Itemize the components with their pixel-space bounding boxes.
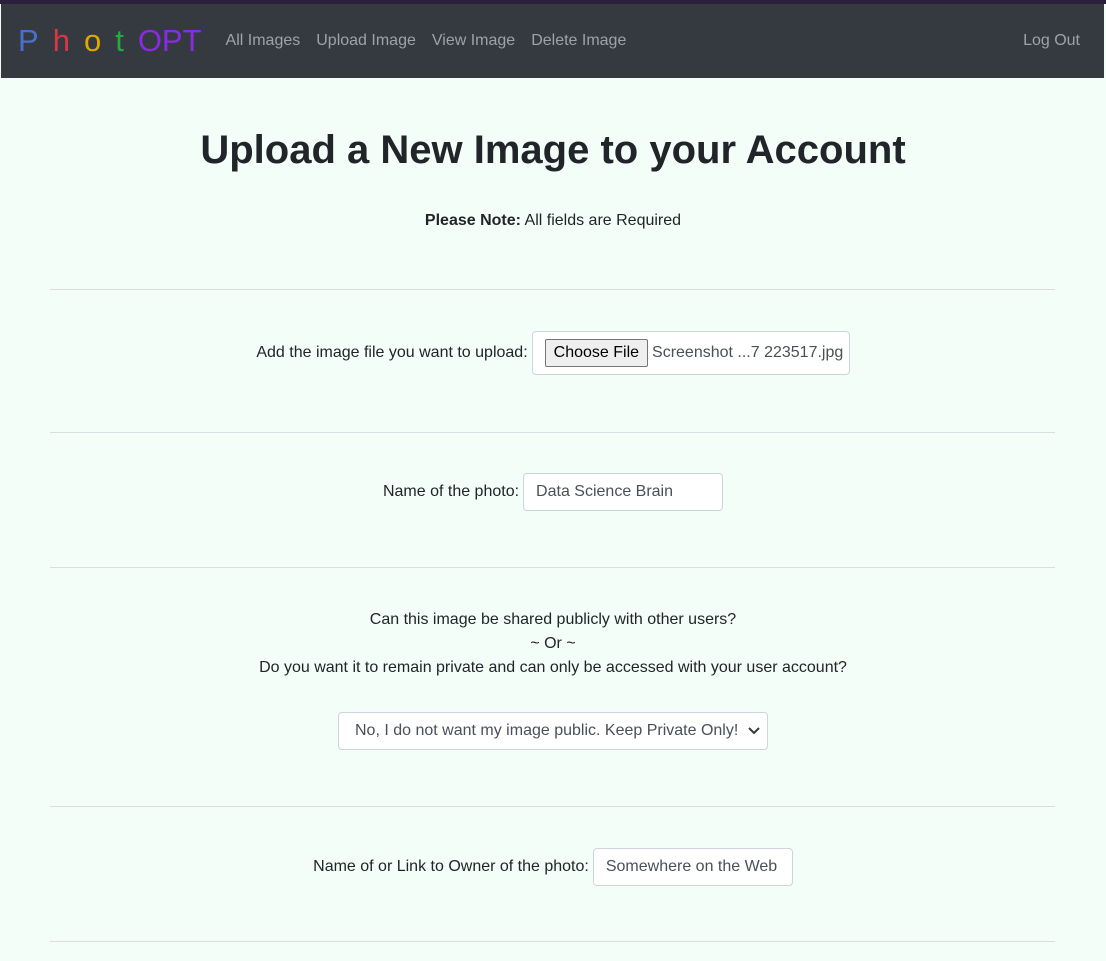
nav-link-delete-image[interactable]: Delete Image <box>531 32 626 50</box>
photo-name-label: Name of the photo: <box>382 483 520 500</box>
selected-file-name: Screenshot ...7 223517.jpg <box>652 344 844 361</box>
brand-letter-p: P <box>18 23 39 58</box>
file-upload-row: Add the image file you want to upload: C… <box>0 330 1106 376</box>
divider <box>50 941 1055 942</box>
brand-letter-o: o <box>83 23 102 58</box>
required-note: Please Note: All fields are Required <box>0 212 1106 230</box>
divider <box>50 806 1055 807</box>
choose-file-button[interactable]: Choose File <box>544 339 649 367</box>
divider <box>50 567 1055 568</box>
divider <box>50 289 1055 290</box>
note-bold-label: Please Note: <box>424 212 521 229</box>
photo-name-input[interactable]: Data Science Brain <box>523 473 724 511</box>
photo-name-row: Name of the photo: Data Science Brain <box>0 473 1106 511</box>
brand-logo[interactable]: P h o t OPT <box>18 23 202 59</box>
privacy-select-value: No, I do not want my image public. Keep … <box>355 722 739 739</box>
share-question-2: Do you want it to remain private and can… <box>259 659 847 676</box>
brand-letters-opt: OPT <box>137 23 202 58</box>
nav-link-view-image[interactable]: View Image <box>432 32 515 50</box>
owner-row: Name of or Link to Owner of the photo: S… <box>0 847 1106 886</box>
divider <box>50 432 1055 433</box>
brand-letter-h: h <box>52 23 70 58</box>
file-upload-label: Add the image file you want to upload: <box>256 344 528 361</box>
page-title: Upload a New Image to your Account <box>200 128 906 172</box>
nav-link-upload-image[interactable]: Upload Image <box>316 32 416 50</box>
note-text: All fields are Required <box>520 212 682 229</box>
file-input[interactable]: Choose File Screenshot ...7 223517.jpg <box>531 331 850 375</box>
nav-link-all-images[interactable]: All Images <box>226 32 301 50</box>
share-question-1: Can this image be shared publicly with o… <box>369 611 737 628</box>
brand-letter-t: t <box>115 23 124 58</box>
owner-input[interactable]: Somewhere on the Web <box>592 847 793 886</box>
nav-links: All Images Upload Image View Image Delet… <box>226 32 643 50</box>
owner-label: Name of or Link to Owner of the photo: <box>313 857 589 875</box>
privacy-select[interactable]: No, I do not want my image public. Keep … <box>338 712 768 750</box>
share-question-or: ~ Or ~ <box>530 635 576 652</box>
logout-link[interactable]: Log Out <box>1023 32 1080 50</box>
chevron-down-icon <box>748 727 760 735</box>
navbar: P h o t OPT All Images Upload Image View… <box>1 4 1104 78</box>
